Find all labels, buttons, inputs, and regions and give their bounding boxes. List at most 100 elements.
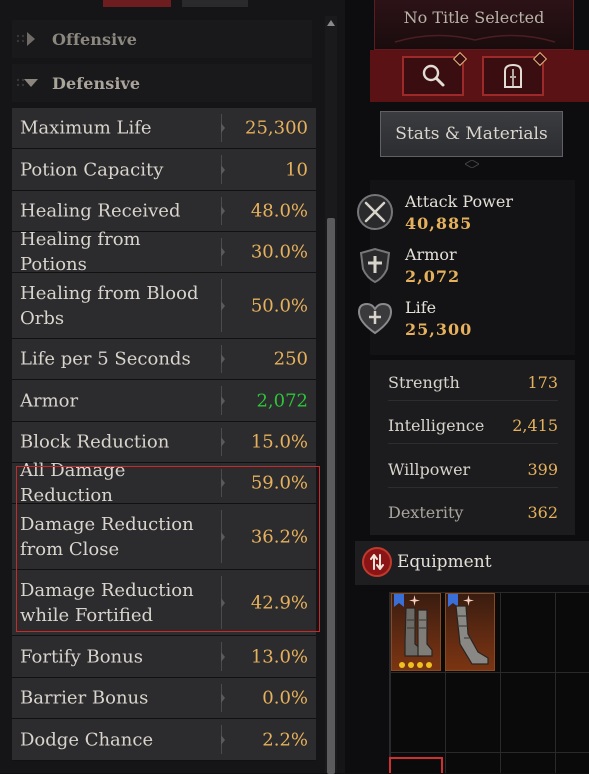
row-divider (221, 345, 225, 373)
stat-value: 0.0% (262, 687, 308, 709)
section-offensive-label: Offensive (52, 29, 137, 49)
stat-value: 2.2% (262, 729, 308, 750)
row-divider (221, 684, 225, 712)
row-divider (221, 428, 225, 456)
stat-name: Healing from Potions (20, 229, 141, 275)
stat-name: Dodge Chance (20, 729, 154, 750)
ornament-icon (394, 34, 556, 43)
grip-icon (16, 34, 25, 43)
shield-cross-icon (359, 247, 391, 284)
rating-dots (399, 662, 432, 668)
stat-value: 15.0% (250, 431, 308, 453)
row-divider (221, 386, 225, 415)
row-divider (221, 642, 225, 671)
stat-row-potion-capacity[interactable]: Potion Capacity 10 (12, 149, 316, 191)
rating-dot (426, 662, 432, 668)
armor-value: 2,072 (405, 267, 461, 286)
title-banner[interactable]: No Title Selected (374, 0, 574, 50)
attribute-row-dexterity[interactable]: Dexterity 362 (388, 494, 558, 530)
row-divider (221, 155, 225, 184)
stat-value: 48.0% (250, 200, 308, 222)
armor-label: Armor (405, 245, 457, 264)
stat-name: Potion Capacity (20, 159, 164, 180)
stat-value: 59.0% (250, 472, 308, 494)
boots-icon (404, 607, 433, 657)
stat-row-all-damage-reduction[interactable]: All Damage Reduction 59.0% (12, 460, 316, 506)
stat-name: Armor (20, 390, 79, 411)
equipment-slot-selected[interactable] (389, 757, 443, 773)
attribute-row-strength[interactable]: Strength 173 (388, 364, 558, 401)
inspect-button[interactable] (402, 51, 468, 96)
stat-row-armor[interactable]: Armor 2,072 (12, 380, 316, 422)
stat-name: Block Reduction (20, 431, 170, 453)
row-divider (221, 510, 225, 563)
stat-value: 2,072 (256, 390, 308, 411)
stat-row-fortify-bonus[interactable]: Fortify Bonus 13.0% (12, 636, 316, 678)
stat-value: 42.9% (250, 592, 308, 613)
row-divider (221, 576, 225, 629)
row-divider (221, 725, 225, 754)
stat-row-maximum-life[interactable]: Maximum Life 25,300 (12, 108, 316, 149)
heart-icon (357, 302, 393, 335)
rating-dot (399, 662, 405, 668)
wardrobe-button[interactable] (482, 51, 548, 96)
scroll-up-arrow-icon[interactable] (325, 16, 337, 30)
attack-power-label: Attack Power (405, 192, 513, 211)
stat-name: Fortify Bonus (20, 646, 143, 667)
stat-value: 10 (285, 159, 308, 180)
section-defensive-label: Defensive (52, 73, 141, 93)
life-label: Life (405, 298, 437, 317)
attribute-name: Intelligence (388, 416, 485, 435)
row-divider (221, 279, 225, 332)
equipment-swap-icon[interactable] (362, 547, 392, 577)
stat-row-healing-received[interactable]: Healing Received 48.0% (12, 191, 316, 232)
stat-row-block-reduction[interactable]: Block Reduction 15.0% (12, 422, 316, 463)
tab-indicator[interactable] (182, 0, 248, 7)
stat-value: 13.0% (250, 646, 308, 667)
stat-name: Damage Reduction from Close (20, 513, 194, 560)
attribute-value: 362 (527, 503, 558, 522)
stat-row-damage-reduction-while-fortified[interactable]: Damage Reduction while Fortified 42.9% (12, 570, 316, 636)
stat-row-healing-from-potions[interactable]: Healing from Potions 30.0% (12, 229, 316, 275)
stat-row-dodge-chance[interactable]: Dodge Chance 2.2% (12, 719, 316, 761)
section-defensive-header[interactable]: Defensive (12, 64, 312, 102)
stat-row-healing-from-blood-orbs[interactable]: Healing from Blood Orbs 50.0% (12, 273, 316, 339)
stat-value: 250 (273, 348, 308, 370)
row-divider (221, 114, 225, 142)
equipment-slot-boots[interactable] (445, 593, 495, 671)
row-divider (221, 238, 225, 266)
attribute-row-willpower[interactable]: Willpower 399 (388, 451, 558, 488)
stat-name: Barrier Bonus (20, 687, 149, 709)
row-divider (221, 469, 225, 497)
attribute-row-intelligence[interactable]: Intelligence 2,415 (388, 407, 558, 444)
stat-value: 50.0% (250, 295, 308, 316)
attribute-value: 399 (527, 460, 558, 479)
tab-active-indicator[interactable] (103, 0, 171, 7)
stat-value: 25,300 (245, 117, 308, 139)
equipment-header: Equipment (355, 541, 589, 585)
ornament-icon (465, 160, 479, 168)
attributes-panel: Strength 173 Intelligence 2,415 Willpowe… (370, 360, 575, 535)
character-panel: No Title Selected Stats & Materials Atta… (345, 0, 589, 773)
character-stats-panel: Offensive Defensive Maximum Life 25,300 … (0, 0, 345, 774)
crossed-swords-icon (357, 194, 393, 230)
stats-materials-button[interactable]: Stats & Materials (380, 111, 563, 157)
scrollbar-thumb[interactable] (327, 218, 335, 774)
scrollbar[interactable] (325, 16, 337, 774)
stat-name: Maximum Life (20, 117, 152, 139)
stat-name: Damage Reduction while Fortified (20, 579, 194, 626)
stat-value: 30.0% (250, 241, 308, 263)
wardrobe-icon (504, 63, 522, 88)
rating-dot (417, 662, 423, 668)
stat-value: 36.2% (250, 526, 308, 547)
title-text: No Title Selected (403, 8, 545, 27)
equipment-slot-boots[interactable] (391, 593, 441, 671)
attribute-value: 173 (527, 373, 558, 392)
attribute-name: Strength (388, 373, 460, 392)
magnifier-icon (422, 64, 445, 87)
stat-row-damage-reduction-from-close[interactable]: Damage Reduction from Close 36.2% (12, 504, 316, 570)
stat-row-barrier-bonus[interactable]: Barrier Bonus 0.0% (12, 678, 316, 719)
stat-name: Healing Received (20, 200, 181, 222)
stat-row-life-per-5-seconds[interactable]: Life per 5 Seconds 250 (12, 339, 316, 380)
section-offensive-header[interactable]: Offensive (12, 20, 312, 58)
